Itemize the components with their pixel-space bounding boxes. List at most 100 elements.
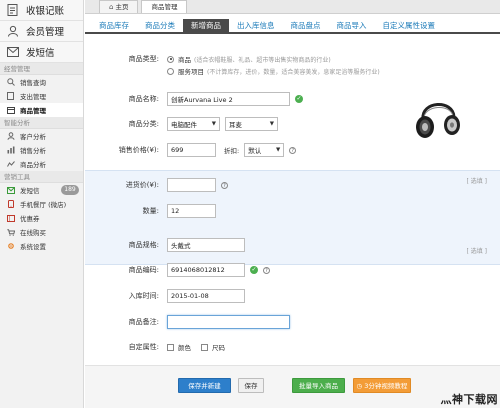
coupon-icon	[6, 214, 15, 222]
sidebar-label: 手机餐厅 (微店)	[20, 201, 67, 209]
category-label: 商品分类:	[128, 120, 159, 128]
sms-count-badge: 189	[61, 185, 79, 195]
chevron-down-icon: ▼	[269, 121, 274, 127]
type-option-goods[interactable]: 商品 (适合衣帽鞋服、礼品、超市等出售实物商品的行业)	[167, 54, 380, 64]
discount-select-value: 默认	[248, 147, 262, 155]
subtab-category[interactable]: 商品分类	[137, 19, 183, 32]
sidebar-item-marketing-sms[interactable]: 发短信 189	[0, 183, 83, 197]
product-type-label: 商品类型:	[128, 55, 159, 63]
subcategory-select[interactable]: 耳麦 ▼	[225, 117, 278, 131]
product-image	[408, 95, 468, 147]
category-row: 商品分类: 电脑配件 ▼ 耳麦 ▼	[85, 117, 283, 131]
sidebar-label: 在线购买	[20, 229, 46, 237]
chevron-down-icon: ▼	[275, 147, 281, 153]
quantity-input[interactable]: 12	[167, 204, 216, 218]
sidebar: 收银记账 会员管理 发短信 经营管理 销售查询 支出管理 商品管理 智能分析 客…	[0, 0, 84, 408]
video-tutorial-label: 3分钟视频教程	[364, 382, 408, 390]
cost-input[interactable]	[167, 178, 216, 192]
tab-product-management[interactable]: 商品管理	[141, 0, 188, 13]
check-icon: ✓	[295, 95, 303, 103]
subtab-import[interactable]: 商品导入	[329, 19, 375, 32]
product-type-row: 商品类型: 商品 (适合衣帽鞋服、礼品、超市等出售实物商品的行业) 服务项目 (…	[85, 54, 380, 76]
subtab-custom-attrs[interactable]: 自定义属性设置	[375, 19, 444, 32]
tab-home[interactable]: ⌂ 主页	[99, 0, 139, 13]
note-row: 商品备注:	[85, 315, 290, 329]
gear-icon	[6, 242, 15, 250]
radio-goods-hint: (适合衣帽鞋服、礼品、超市等出售实物商品的行业)	[194, 56, 331, 64]
subtab-bar: 商品库存 商品分类 新增商品 出入库信息 商品盘点 商品导入 自定义属性设置	[85, 19, 500, 34]
spec-input[interactable]: 头戴式	[167, 238, 245, 252]
help-icon[interactable]: ?	[289, 146, 297, 154]
code-label: 商品编码:	[128, 266, 159, 274]
discount-select[interactable]: 默认 ▼	[244, 143, 285, 157]
check-icon: ✓	[250, 266, 258, 274]
sidebar-item-members[interactable]: 会员管理	[0, 21, 83, 42]
sidebar-label: 发短信	[26, 48, 55, 59]
help-icon[interactable]: ?	[221, 181, 228, 189]
sidebar-item-mobile-restaurant[interactable]: 手机餐厅 (微店)	[0, 197, 83, 211]
date-input[interactable]: 2015-01-08	[167, 289, 245, 303]
chevron-down-icon: ▼	[211, 121, 216, 127]
sidebar-label: 收银记账	[26, 6, 65, 17]
price-input[interactable]: 699	[167, 143, 216, 157]
sidebar-item-customer-analysis[interactable]: 客户分析	[0, 129, 83, 143]
quantity-row: 数量: 12	[85, 204, 216, 218]
size-checkbox[interactable]	[201, 343, 208, 351]
sidebar-item-product-analysis[interactable]: 商品分析	[0, 157, 83, 171]
code-row: 商品编码: 6914068012812 ✓ ?	[85, 263, 270, 277]
sidebar-item-cashier[interactable]: 收银记账	[0, 0, 83, 21]
batch-import-button[interactable]: 批量导入商品	[292, 378, 345, 393]
user-small-icon	[6, 132, 15, 140]
save-and-new-button[interactable]: 保存并新建	[178, 378, 231, 393]
help-icon[interactable]: ?	[263, 266, 270, 274]
sidebar-label: 商品管理	[20, 107, 46, 115]
sms-icon	[6, 186, 15, 194]
size-checkbox-label: 尺码	[212, 344, 225, 352]
code-input[interactable]: 6914068012812	[167, 263, 245, 277]
tab-label: 主页	[115, 3, 129, 11]
subcategory-select-value: 耳麦	[229, 121, 242, 129]
category-select[interactable]: 电脑配件 ▼	[167, 117, 220, 131]
product-name-input[interactable]: 创新Aurvana Live 2	[167, 92, 290, 106]
sidebar-item-settings[interactable]: 系统设置	[0, 239, 83, 253]
note-label: 商品备注:	[128, 318, 159, 326]
envelope-icon	[6, 46, 19, 59]
type-option-service[interactable]: 服务项目 (不计算库存，进价，数量，适合美容美发，息家足浴等服务行业)	[167, 66, 380, 76]
sidebar-item-coupon[interactable]: 优惠券	[0, 211, 83, 225]
color-checkbox-label: 颜色	[178, 344, 191, 352]
sidebar-item-expense[interactable]: 支出管理	[0, 89, 83, 103]
category-select-value: 电脑配件	[171, 121, 197, 129]
custom-attrs-label: 自定属性:	[128, 343, 159, 351]
spec-row: 商品规格: 头戴式	[85, 238, 245, 252]
action-bar: 保存并新建 保存 批量导入商品 ◷ 3分钟视频教程	[85, 365, 500, 408]
radio-service[interactable]	[167, 67, 174, 75]
new-product-form: 商品类型: 商品 (适合衣帽鞋服、礼品、超市等出售实物商品的行业) 服务项目 (…	[85, 36, 500, 408]
save-button[interactable]: 保存	[238, 378, 264, 393]
subtab-stocktake[interactable]: 商品盘点	[283, 19, 329, 32]
video-tutorial-button[interactable]: ◷ 3分钟视频教程	[353, 378, 411, 393]
sidebar-item-products[interactable]: 商品管理	[0, 103, 83, 117]
subtab-new-product[interactable]: 新增商品	[183, 19, 229, 32]
color-checkbox[interactable]	[167, 343, 174, 351]
discount-label: 折扣:	[224, 147, 240, 155]
sidebar-label: 优惠券	[20, 215, 40, 223]
sidebar-item-sales-query[interactable]: 销售查询	[0, 75, 83, 89]
sidebar-label: 客户分析	[20, 133, 46, 141]
spec-label: 商品规格:	[128, 241, 159, 249]
note-input[interactable]	[167, 315, 290, 329]
subtab-inventory[interactable]: 商品库存	[91, 19, 137, 32]
sidebar-label: 支出管理	[20, 93, 46, 101]
price-label: 销售价格(¥):	[118, 146, 159, 154]
tab-label: 商品管理	[151, 3, 178, 11]
sidebar-section-title: 经营管理	[0, 63, 83, 75]
sidebar-label: 系统设置	[20, 243, 46, 251]
sidebar-item-sales-analysis[interactable]: 销售分析	[0, 143, 83, 157]
sidebar-item-online-purchase[interactable]: 在线购买	[0, 225, 83, 239]
home-icon: ⌂	[109, 3, 114, 11]
bar-chart-icon	[6, 146, 15, 154]
sidebar-item-sms[interactable]: 发短信	[0, 42, 83, 63]
sidebar-label: 销售查询	[20, 79, 46, 87]
radio-goods[interactable]	[167, 55, 174, 63]
subtab-stock-in-out[interactable]: 出入库信息	[229, 19, 283, 32]
cost-label: 进货价(¥):	[125, 181, 159, 189]
